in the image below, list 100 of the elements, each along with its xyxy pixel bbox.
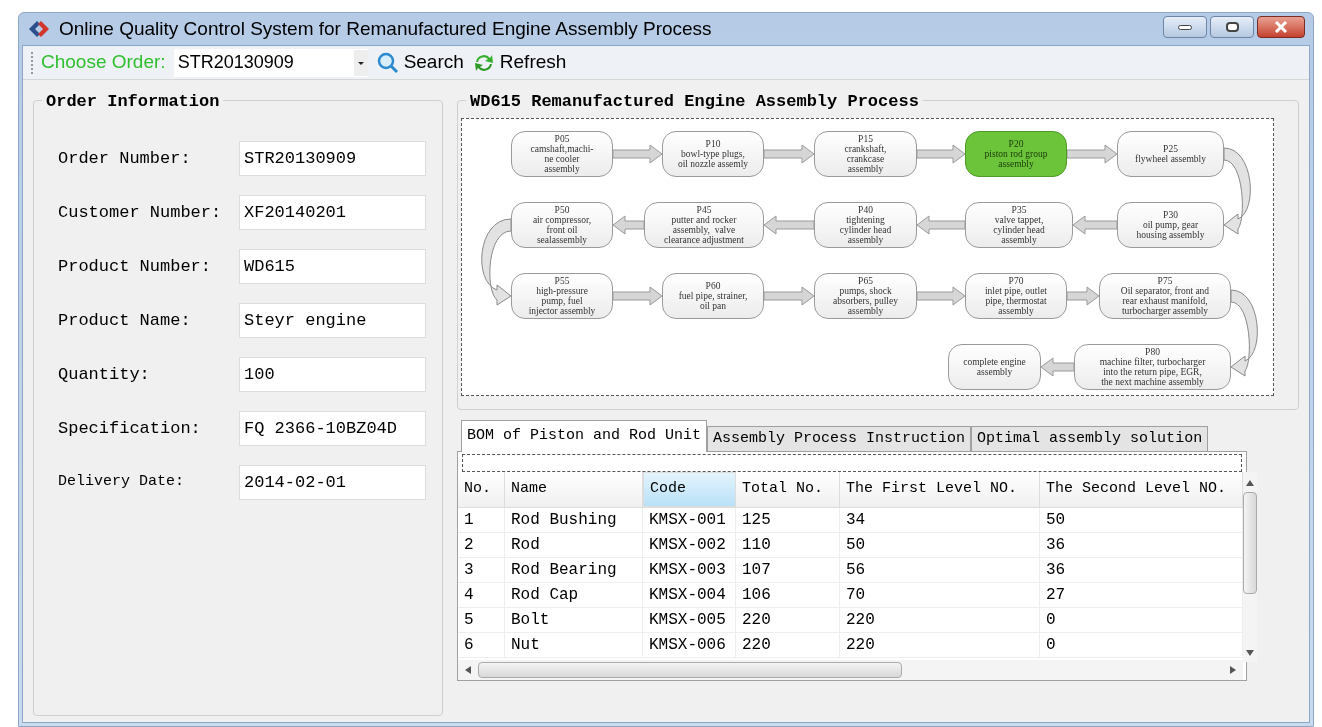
minimize-button[interactable]: [1163, 16, 1207, 38]
process-step: P60 fuel pipe, strainer, oil pan: [662, 273, 764, 319]
arrow: [612, 215, 645, 235]
process-step: P80 machine filter, turbocharger into the return pipe, EGR, the next machine assembly: [1074, 344, 1231, 390]
table-cell: 4: [458, 583, 505, 607]
scroll-up-icon: [1246, 480, 1254, 486]
text-field[interactable]: WD615: [239, 249, 426, 284]
process-step: P20 piston rod group assembly: [965, 131, 1067, 177]
column-header[interactable]: The First Level NO.: [840, 472, 1040, 507]
close-button[interactable]: [1257, 16, 1305, 38]
scroll-right-icon: [1230, 666, 1236, 674]
process-step: P10 bowl-type plugs, oil nozzle assemly: [662, 131, 764, 177]
table-cell: 110: [736, 533, 840, 557]
table-cell: KMSX-003: [643, 558, 736, 582]
column-header[interactable]: No.: [458, 472, 505, 507]
process-step: P15 crankshaft, crankcase assembly: [814, 131, 917, 177]
table-cell: Rod Cap: [505, 583, 643, 607]
table-cell: 1: [458, 508, 505, 532]
process-step: P30 oil pump, gear housing assembly: [1117, 202, 1224, 248]
table-cell: 220: [840, 608, 1040, 632]
table-cell: 2: [458, 533, 505, 557]
process-step: P40 tightening cylinder head assembly: [814, 202, 917, 248]
table-cell: Bolt: [505, 608, 643, 632]
table-cell: Nut: [505, 633, 643, 657]
choose-order-label: Choose Order:: [41, 50, 166, 75]
arrow: [763, 215, 815, 235]
tab[interactable]: Optimal assembly solution: [971, 426, 1209, 452]
table-cell: Rod: [505, 533, 643, 557]
process-step: P70 inlet pipe, outlet pipe, thermostat assembly: [965, 273, 1067, 319]
field-label: Order Number:: [58, 147, 192, 170]
arrow: [916, 144, 966, 164]
arrow: [916, 215, 966, 235]
arrow: [1066, 286, 1100, 306]
refresh-button[interactable]: Refresh: [471, 48, 567, 77]
process-step: P65 pumps, shock absorbers, pulley assembly: [814, 273, 917, 319]
table-cell: Rod Bushing: [505, 508, 643, 532]
table-cell: 220: [840, 633, 1040, 657]
tab[interactable]: BOM of Piston and Rod Unit: [461, 420, 708, 452]
process-step: P05 camshaft,machi- ne cooler assembly: [511, 131, 613, 177]
app-logo-icon: [27, 19, 51, 39]
table-cell: Rod Bearing: [505, 558, 643, 582]
field-label: Quantity:: [58, 363, 151, 386]
close-icon: [1274, 21, 1288, 33]
table-cell: 220: [736, 608, 840, 632]
scroll-thumb[interactable]: [478, 662, 902, 678]
arrow: [1072, 215, 1118, 235]
arrow: [916, 286, 966, 306]
order-dropdown[interactable]: STR20130909: [173, 48, 368, 77]
table-cell: KMSX-006: [643, 633, 736, 657]
table-cell: KMSX-004: [643, 583, 736, 607]
process-step: complete engine assembly: [948, 344, 1041, 390]
maximize-button[interactable]: [1210, 16, 1254, 38]
field-label: Product Number:: [58, 255, 213, 278]
process-step: P50 air compressor, front oil sealassembly: [511, 202, 613, 248]
field-label: Product Name:: [58, 309, 192, 332]
field-label: Customer Number:: [58, 201, 223, 224]
arrow: [612, 144, 663, 164]
text-field[interactable]: 2014-02-01: [239, 465, 426, 500]
arrow: [763, 286, 815, 306]
dropdown-caret-icon: [353, 49, 368, 76]
scroll-down-icon: [1246, 650, 1254, 656]
table-cell: 107: [736, 558, 840, 582]
process-step: P45 putter and rocker assembly, valve clearance adjustment: [644, 202, 764, 248]
table-cell: KMSX-002: [643, 533, 736, 557]
text-field[interactable]: 100: [239, 357, 426, 392]
arrow: [763, 144, 815, 164]
search-icon: [375, 50, 400, 75]
arrow: [612, 286, 663, 306]
scroll-thumb[interactable]: [1243, 492, 1257, 594]
table-cell: 6: [458, 633, 505, 657]
table-cell: 220: [736, 633, 840, 657]
arrow: [1040, 357, 1075, 377]
table-cell: KMSX-005: [643, 608, 736, 632]
text-field[interactable]: Steyr engine: [239, 303, 426, 338]
search-button[interactable]: Search: [375, 48, 464, 77]
table-cell: 56: [840, 558, 1040, 582]
table-cell: KMSX-001: [643, 508, 736, 532]
vertical-scrollbar[interactable]: [1243, 472, 1257, 662]
table-cell: 50: [840, 533, 1040, 557]
process-step: P75 Oil separator, front and rear exhaust manifold, turbocharger assembly: [1099, 273, 1231, 319]
horizontal-scrollbar[interactable]: [458, 660, 1243, 680]
text-field[interactable]: FQ 2366-10BZ04D: [239, 411, 426, 446]
process-step: P25 flywheel assembly: [1117, 131, 1224, 177]
tab[interactable]: Assembly Process Instruction: [707, 426, 972, 452]
column-header[interactable]: Total No.: [736, 472, 840, 507]
column-header[interactable]: Code: [643, 472, 736, 507]
window-title: Online Quality Control System for Remanufactured Engine Assembly Process: [59, 16, 712, 41]
table-cell: 3: [458, 558, 505, 582]
text-field[interactable]: STR20130909: [239, 141, 426, 176]
field-label: Delivery Date:: [58, 472, 186, 493]
process-step: P55 high-pressure pump, fuel injector assembly: [511, 273, 613, 319]
process-step: P35 valve tappet, cylinder head assembly: [965, 202, 1073, 248]
scroll-left-icon: [465, 666, 471, 674]
field-label: Specification:: [58, 417, 202, 440]
table-cell: 125: [736, 508, 840, 532]
table-cell: 34: [840, 508, 1040, 532]
table-cell: 5: [458, 608, 505, 632]
table-cell: 106: [736, 583, 840, 607]
table-cell: 70: [840, 583, 1040, 607]
text-field[interactable]: XF20140201: [239, 195, 426, 230]
